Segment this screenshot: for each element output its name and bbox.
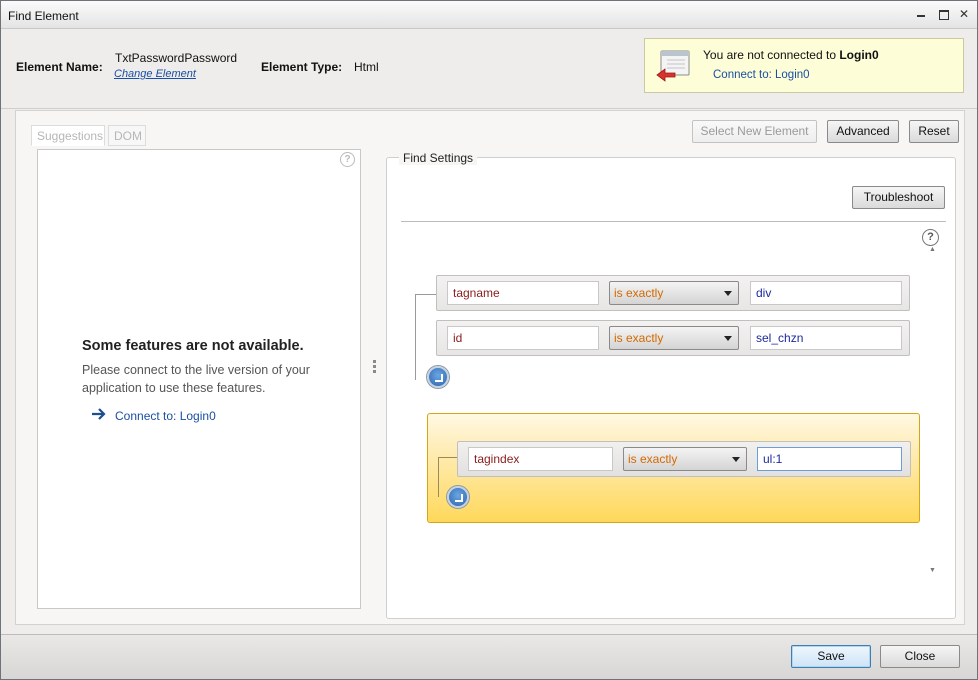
value-field[interactable]: ul:1 bbox=[757, 447, 902, 471]
add-filter-icon[interactable] bbox=[447, 486, 469, 508]
unavailable-title: Some features are not available. bbox=[82, 338, 304, 354]
operator-value: is exactly bbox=[614, 331, 664, 345]
operator-dropdown[interactable]: is exactly bbox=[609, 326, 739, 350]
filter-row: tagindex is exactly ul:1 bbox=[457, 441, 911, 477]
find-settings-panel: Troubleshoot ? ▲ ▼ tagname is exactly di… bbox=[386, 157, 956, 619]
settings-divider bbox=[401, 221, 946, 222]
filter-row: tagname is exactly div bbox=[436, 275, 910, 311]
element-name-value: TxtPasswordPassword bbox=[115, 51, 238, 65]
left-connect-link[interactable]: Connect to: Login0 bbox=[115, 409, 216, 423]
maximize-icon[interactable] bbox=[936, 7, 950, 21]
header-divider bbox=[1, 108, 977, 109]
attribute-field[interactable]: tagindex bbox=[468, 447, 613, 471]
chevron-down-icon bbox=[724, 291, 732, 296]
scrollbar[interactable]: ▲ ▼ bbox=[925, 246, 941, 574]
unavailable-body: Please connect to the live version of yo… bbox=[82, 363, 310, 395]
minimize-icon[interactable] bbox=[914, 7, 928, 21]
change-element-link[interactable]: Change Element bbox=[114, 68, 196, 80]
arrow-right-icon bbox=[92, 408, 106, 420]
operator-value: is exactly bbox=[614, 286, 664, 300]
value-field[interactable]: div bbox=[750, 281, 902, 305]
notice-message: You are not connected to Login0 bbox=[703, 48, 879, 62]
splitter-handle[interactable] bbox=[371, 359, 377, 379]
notice-message-prefix: You are not connected to bbox=[703, 48, 836, 62]
operator-dropdown[interactable]: is exactly bbox=[623, 447, 747, 471]
operator-dropdown[interactable]: is exactly bbox=[609, 281, 739, 305]
notice-connect-link[interactable]: Connect to: Login0 bbox=[713, 69, 810, 81]
close-button[interactable]: Close bbox=[880, 645, 960, 668]
footer-bar: Save Close bbox=[1, 634, 977, 679]
value-field[interactable]: sel_chzn bbox=[750, 326, 902, 350]
advanced-button[interactable]: Advanced bbox=[827, 120, 899, 143]
suggestions-box: ? Some features are not available. Pleas… bbox=[37, 149, 361, 609]
reset-button[interactable]: Reset bbox=[909, 120, 959, 143]
help-icon[interactable]: ? bbox=[340, 152, 355, 167]
title-bar: Find Element ✕ bbox=[1, 1, 977, 29]
save-button[interactable]: Save bbox=[791, 645, 871, 668]
notice-message-target: Login0 bbox=[839, 48, 879, 62]
attribute-field[interactable]: id bbox=[447, 326, 599, 350]
element-type-label: Element Type: bbox=[261, 60, 343, 74]
close-icon[interactable]: ✕ bbox=[957, 7, 971, 21]
add-filter-icon[interactable] bbox=[427, 366, 449, 388]
help-icon[interactable]: ? bbox=[922, 229, 939, 246]
tab-suggestions[interactable]: Suggestions bbox=[31, 125, 105, 146]
find-settings-legend: Find Settings bbox=[399, 151, 478, 165]
attribute-field[interactable]: tagname bbox=[447, 281, 599, 305]
find-element-window: Find Element ✕ Element Name: TxtPassword… bbox=[0, 0, 978, 680]
scroll-down-icon[interactable]: ▼ bbox=[929, 567, 936, 574]
chevron-down-icon bbox=[724, 336, 732, 341]
connection-notice: You are not connected to Login0 Connect … bbox=[644, 38, 964, 93]
troubleshoot-button[interactable]: Troubleshoot bbox=[852, 186, 945, 209]
filter-row: id is exactly sel_chzn bbox=[436, 320, 910, 356]
disconnected-app-icon bbox=[656, 50, 690, 82]
filter-group: tagindex is exactly ul:1 bbox=[427, 413, 920, 523]
element-name-label: Element Name: bbox=[16, 60, 103, 74]
main-area: Suggestions DOM ? Some features are not … bbox=[15, 110, 965, 625]
select-new-element-button[interactable]: Select New Element bbox=[692, 120, 817, 143]
element-type-value: Html bbox=[354, 60, 379, 74]
scroll-up-icon[interactable]: ▲ bbox=[929, 246, 936, 253]
chevron-down-icon bbox=[732, 457, 740, 462]
operator-value: is exactly bbox=[628, 452, 678, 466]
tab-dom[interactable]: DOM bbox=[108, 125, 146, 146]
left-panel: Suggestions DOM ? Some features are not … bbox=[31, 121, 366, 621]
window-title: Find Element bbox=[8, 9, 79, 23]
